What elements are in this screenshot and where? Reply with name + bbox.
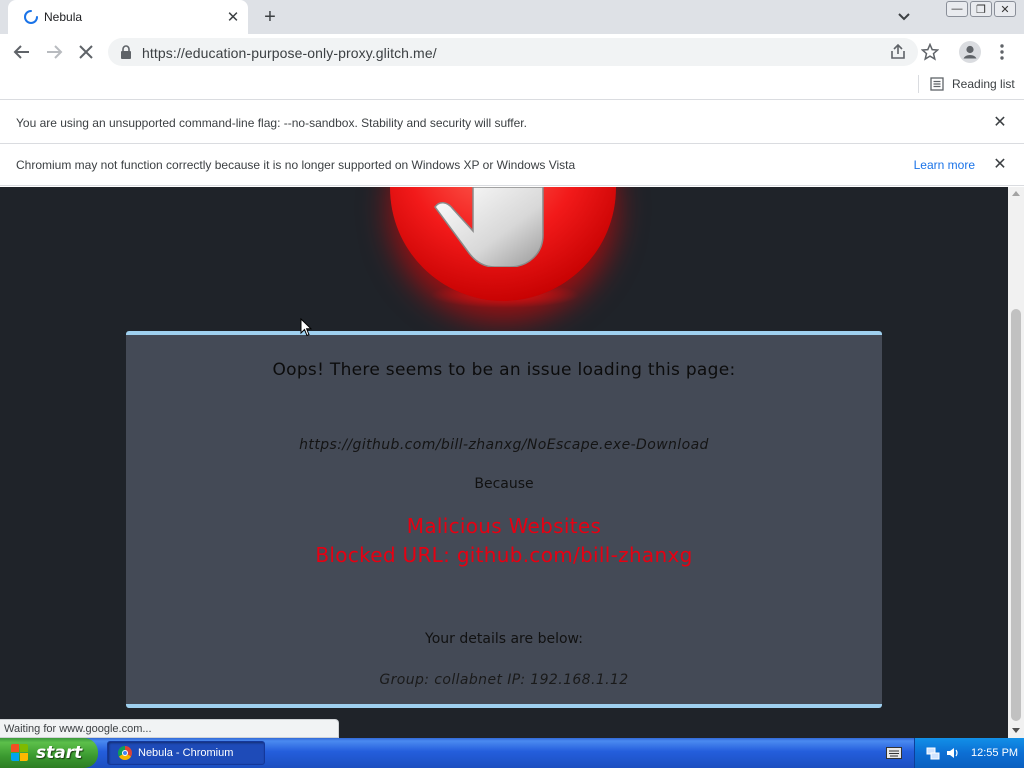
infobar-message: You are using an unsupported command-lin… [16,116,527,130]
minimize-button[interactable]: — [946,1,968,17]
tab-title: Nebula [44,10,83,24]
browser-toolbar: https://education-purpose-only-proxy.gli… [0,34,1024,70]
bookmark-bar-divider [918,75,919,93]
details-heading: Your details are below: [425,631,583,647]
star-icon [921,43,939,61]
tab-nebula[interactable]: Nebula ✕ [8,0,248,34]
vertical-scrollbar[interactable] [1008,187,1024,738]
page-viewport: Oops! There seems to be an issue loading… [0,187,1008,738]
lock-icon [121,45,131,59]
infobar-no-sandbox: You are using an unsupported command-lin… [0,102,1024,144]
status-bubble: Waiting for www.google.com... [0,719,339,738]
profile-avatar-icon [959,41,981,63]
infobar-message: Chromium may not function correctly beca… [16,158,576,172]
taskbar-window-label: Nebula - Chromium [138,747,234,759]
infobar-unsupported-os: Chromium may not function correctly beca… [0,144,1024,186]
learn-more-link[interactable]: Learn more [914,158,975,172]
bookmark-star-button[interactable] [918,40,942,64]
mouse-cursor-icon [300,318,312,337]
start-button[interactable]: start [0,738,98,768]
network-icon[interactable] [925,745,941,761]
block-reason-category: Malicious Websites [406,514,602,538]
chromium-icon [118,746,132,760]
error-heading: Oops! There seems to be an issue loading… [272,360,736,380]
forward-arrow-icon [47,45,63,59]
loading-spinner-icon [24,10,38,24]
share-button[interactable] [886,40,910,64]
system-tray: 12:55 PM [914,738,1024,768]
stop-loading-button[interactable] [74,40,98,64]
scroll-down-arrow-icon[interactable] [1012,728,1020,733]
stop-x-icon [79,45,93,59]
share-icon [891,43,905,59]
back-arrow-icon [13,45,29,59]
error-panel: Oops! There seems to be an issue loading… [126,331,882,708]
stop-hand-icon [434,187,544,267]
restore-button[interactable]: ❐ [970,1,992,17]
close-window-button[interactable]: ✕ [994,1,1016,17]
blocked-url-text: https://github.com/bill-zhanxg/NoEscape.… [299,437,709,453]
reading-list-icon [930,77,944,91]
block-reason-detail: Blocked URL: github.com/bill-zhanxg [315,543,693,567]
tab-close-icon[interactable]: ✕ [224,8,242,26]
group-ip-text: Group: collabnet IP: 192.168.1.12 [379,672,629,688]
back-button[interactable] [10,40,34,64]
keyboard-icon[interactable] [886,747,902,759]
kebab-menu-icon [1000,44,1004,60]
window-controls: — ❐ ✕ [946,1,1016,17]
menu-button[interactable] [990,40,1014,64]
reading-list-button[interactable]: Reading list [930,75,1015,93]
start-label: start [36,743,83,763]
scrollbar-thumb[interactable] [1011,309,1021,721]
scroll-up-arrow-icon[interactable] [1012,191,1020,196]
taskbar-window-chromium[interactable]: Nebula - Chromium [107,741,265,765]
forward-button[interactable] [42,40,66,64]
windows-flag-icon [10,743,30,763]
bookmark-bar: Reading list [0,70,1024,100]
infobar-close-icon[interactable]: ✕ [992,156,1008,173]
volume-icon[interactable] [945,745,961,761]
clock: 12:55 PM [971,747,1019,759]
tab-strip: Nebula ✕ + — ❐ ✕ [0,0,1024,34]
reading-list-label: Reading list [952,77,1015,91]
tab-search-icon[interactable] [894,8,914,26]
address-bar[interactable]: https://education-purpose-only-proxy.gli… [108,38,918,66]
taskbar: start Nebula - Chromium 12:55 PM [0,738,1024,768]
infobar-close-icon[interactable]: ✕ [992,114,1008,131]
new-tab-button[interactable]: + [258,6,282,28]
profile-button[interactable] [958,40,982,64]
url-text: https://education-purpose-only-proxy.gli… [142,45,437,61]
because-label: Because [474,476,534,492]
